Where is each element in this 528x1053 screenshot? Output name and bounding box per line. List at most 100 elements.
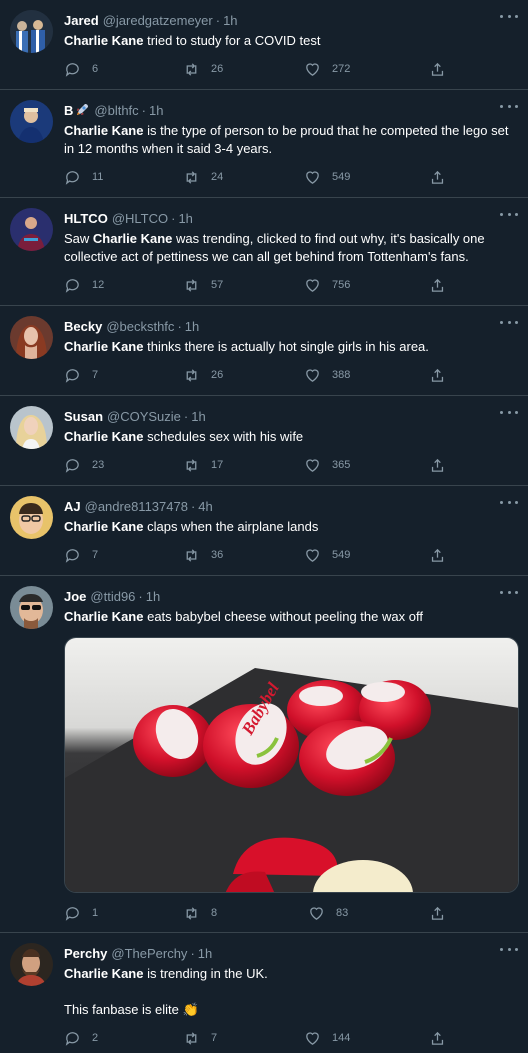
- like-button[interactable]: 756: [304, 276, 350, 294]
- share-button[interactable]: [429, 904, 457, 922]
- tweet-actions: 6 26 272: [64, 60, 454, 78]
- avatar[interactable]: [10, 943, 53, 986]
- reply-button[interactable]: 6: [64, 60, 98, 78]
- user-handle[interactable]: @jaredgatzemeyer: [103, 13, 213, 28]
- user-handle[interactable]: @ttid96: [90, 589, 135, 604]
- avatar[interactable]: [10, 100, 53, 143]
- tweet[interactable]: Susan @COYSuzie · 1h Charlie Kane schedu…: [0, 396, 528, 486]
- avatar[interactable]: [10, 10, 53, 53]
- share-button[interactable]: [429, 546, 457, 564]
- tweet[interactable]: B @blthfc · 1h Charlie Kane is the type …: [0, 90, 528, 198]
- avatar[interactable]: [10, 406, 53, 449]
- tweet[interactable]: Perchy @ThePerchy · 1h Charlie Kane is t…: [0, 933, 528, 1053]
- reply-button[interactable]: 1: [64, 904, 98, 922]
- more-icon[interactable]: [500, 586, 518, 598]
- tweet-header: Jared @jaredgatzemeyer · 1h: [64, 11, 238, 29]
- tweet[interactable]: AJ @andre81137478 · 4h Charlie Kane clap…: [0, 486, 528, 576]
- share-button[interactable]: [429, 456, 457, 474]
- like-button[interactable]: 365: [304, 456, 350, 474]
- reply-button[interactable]: 2: [64, 1029, 98, 1047]
- separator-dot: ·: [183, 408, 189, 424]
- timestamp[interactable]: 1h: [185, 319, 199, 334]
- display-name[interactable]: AJ: [64, 499, 81, 514]
- share-button[interactable]: [429, 276, 457, 294]
- timestamp[interactable]: 4h: [198, 499, 212, 514]
- more-icon[interactable]: [500, 10, 518, 22]
- share-button[interactable]: [429, 168, 457, 186]
- timestamp[interactable]: 1h: [149, 103, 163, 118]
- mention-bold: Charlie Kane: [64, 429, 144, 444]
- like-button[interactable]: 144: [304, 1029, 350, 1047]
- tweet[interactable]: HLTCO @HLTCO · 1h Saw Charlie Kane was t…: [0, 198, 528, 306]
- more-icon[interactable]: [500, 208, 518, 220]
- user-handle[interactable]: @HLTCO: [112, 211, 168, 226]
- retweet-button[interactable]: 24: [183, 168, 223, 186]
- retweet-button[interactable]: 17: [183, 456, 223, 474]
- retweet-count: 24: [211, 171, 224, 183]
- reply-icon: [65, 368, 79, 383]
- display-name[interactable]: Joe: [64, 589, 86, 604]
- avatar[interactable]: [10, 316, 53, 359]
- share-button[interactable]: [429, 366, 457, 384]
- reply-button[interactable]: 12: [64, 276, 104, 294]
- timestamp[interactable]: 1h: [146, 589, 160, 604]
- like-button[interactable]: 549: [304, 168, 350, 186]
- user-handle[interactable]: @andre81137478: [85, 499, 188, 514]
- retweet-button[interactable]: 36: [183, 546, 223, 564]
- share-icon: [431, 906, 444, 920]
- reply-button[interactable]: 7: [64, 546, 98, 564]
- reply-icon: [65, 548, 79, 563]
- mention-bold: Charlie Kane: [92, 231, 173, 246]
- retweet-count: 7: [211, 1032, 218, 1044]
- timestamp[interactable]: 1h: [191, 409, 205, 424]
- display-name[interactable]: B: [64, 103, 73, 118]
- avatar[interactable]: [10, 586, 53, 629]
- retweet-button[interactable]: 26: [183, 366, 223, 384]
- timestamp[interactable]: 1h: [223, 13, 237, 28]
- like-count: 549: [332, 549, 351, 561]
- mention-bold: Charlie Kane: [64, 339, 144, 354]
- display-name[interactable]: HLTCO: [64, 211, 108, 226]
- retweet-count: 57: [211, 279, 224, 291]
- share-button[interactable]: [429, 1029, 457, 1047]
- mention-bold: Charlie Kane: [64, 33, 144, 48]
- user-handle[interactable]: @becksthfc: [106, 319, 174, 334]
- retweet-button[interactable]: 7: [183, 1029, 217, 1047]
- retweet-button[interactable]: 26: [183, 60, 223, 78]
- user-handle[interactable]: @ThePerchy: [111, 946, 187, 961]
- retweet-button[interactable]: 8: [183, 904, 217, 922]
- like-icon: [306, 458, 319, 472]
- display-name[interactable]: Jared: [64, 13, 99, 28]
- reply-icon: [65, 1031, 79, 1046]
- like-button[interactable]: 549: [304, 546, 350, 564]
- timestamp[interactable]: 1h: [178, 211, 192, 226]
- more-icon[interactable]: [500, 496, 518, 508]
- like-button[interactable]: 272: [304, 60, 350, 78]
- avatar[interactable]: [10, 208, 53, 251]
- separator-dot: ·: [177, 318, 182, 334]
- tweet[interactable]: Becky @becksthfc · 1h Charlie Kane think…: [0, 306, 528, 396]
- more-icon[interactable]: [500, 943, 518, 955]
- reply-button[interactable]: 7: [64, 366, 98, 384]
- tweet[interactable]: Jared @jaredgatzemeyer · 1h Charlie Kane…: [0, 0, 528, 90]
- reply-icon: [65, 62, 79, 77]
- more-icon[interactable]: [500, 406, 518, 418]
- mention-bold: Charlie Kane: [64, 519, 144, 534]
- more-icon[interactable]: [500, 100, 518, 112]
- user-handle[interactable]: @COYSuzie: [107, 409, 181, 424]
- display-name[interactable]: Perchy: [64, 946, 107, 961]
- display-name[interactable]: Becky: [64, 319, 102, 334]
- avatar[interactable]: [10, 496, 53, 539]
- reply-button[interactable]: 11: [64, 168, 103, 186]
- retweet-button[interactable]: 57: [183, 276, 223, 294]
- like-button[interactable]: 388: [304, 366, 350, 384]
- display-name[interactable]: Susan: [64, 409, 103, 424]
- tweet-actions: 1 8 83: [64, 904, 454, 922]
- share-button[interactable]: [429, 60, 457, 78]
- user-handle[interactable]: @blthfc: [94, 103, 138, 118]
- timestamp[interactable]: 1h: [198, 946, 212, 961]
- reply-button[interactable]: 23: [64, 456, 104, 474]
- tweet-media-image[interactable]: Babybel: [64, 637, 519, 893]
- like-button[interactable]: 83: [308, 904, 348, 922]
- more-icon[interactable]: [500, 316, 518, 328]
